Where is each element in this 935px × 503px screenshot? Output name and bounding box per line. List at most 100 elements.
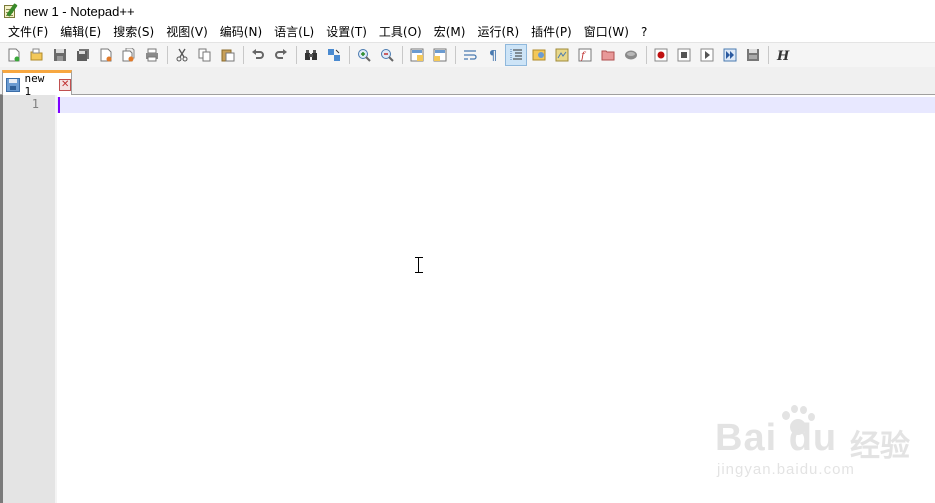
zoom-out-icon <box>381 49 394 62</box>
monitoring-button[interactable] <box>621 45 641 65</box>
show-all-chars-button[interactable]: ¶ <box>483 45 503 65</box>
text-caret <box>58 97 60 113</box>
tab-new-1[interactable]: new 1 ✕ <box>2 70 72 98</box>
sync-horizontal-icon <box>433 48 447 62</box>
indent-guide-button[interactable] <box>505 44 527 66</box>
run-macro-multiple-icon <box>723 48 737 62</box>
save-icon <box>6 77 20 92</box>
record-macro-button[interactable] <box>651 45 671 65</box>
menu-file[interactable]: 文件(F) <box>2 22 54 42</box>
menu-plugins[interactable]: 插件(P) <box>525 22 578 42</box>
save-icon <box>54 49 66 61</box>
ibeam-cursor-icon <box>415 257 423 273</box>
save-all-icon <box>77 49 89 61</box>
toolbar-separator <box>455 46 456 64</box>
menu-window[interactable]: 窗口(W) <box>578 22 635 42</box>
fold-margin[interactable] <box>55 95 57 503</box>
folder-as-workspace-icon <box>601 50 615 61</box>
menu-run[interactable]: 运行(R) <box>471 22 525 42</box>
sync-vertical-button[interactable] <box>407 45 427 65</box>
document-map-icon <box>555 48 569 62</box>
document-map-button[interactable] <box>552 45 572 65</box>
zoom-in-icon <box>358 49 371 62</box>
open-file-button[interactable] <box>27 45 47 65</box>
sync-vertical-icon <box>410 48 424 62</box>
svg-text:¶: ¶ <box>489 49 497 62</box>
menu-language[interactable]: 语言(L) <box>268 22 320 42</box>
hex-button[interactable]: H <box>773 45 793 65</box>
folder-as-workspace-button[interactable] <box>598 45 618 65</box>
new-file-icon <box>8 48 20 62</box>
toolbar-separator <box>167 46 168 64</box>
text-line[interactable] <box>61 97 931 113</box>
window-title: new 1 - Notepad++ <box>24 3 135 19</box>
redo-icon <box>275 49 287 59</box>
copy-icon <box>198 48 211 62</box>
play-macro-icon <box>700 48 714 62</box>
save-macro-button[interactable] <box>743 45 763 65</box>
toolbar-separator <box>402 46 403 64</box>
watermark-url: jingyan.baidu.com <box>717 461 855 478</box>
menu-help[interactable]: ? <box>635 22 653 42</box>
toolbar-separator <box>243 46 244 64</box>
save-button[interactable] <box>50 45 70 65</box>
print-button[interactable] <box>142 45 162 65</box>
new-file-button[interactable] <box>4 45 24 65</box>
redo-button[interactable] <box>271 45 291 65</box>
close-button[interactable] <box>96 45 116 65</box>
close-icon[interactable]: ✕ <box>59 78 71 91</box>
find-button[interactable] <box>301 45 321 65</box>
undo-icon <box>252 49 264 59</box>
paste-button[interactable] <box>218 45 238 65</box>
toolbar: ¶ f H <box>0 42 935 67</box>
line-number: 1 <box>31 97 39 111</box>
menu-edit[interactable]: 编辑(E) <box>54 22 107 42</box>
line-number-gutter: 1 <box>3 95 55 503</box>
close-all-button[interactable] <box>119 45 139 65</box>
watermark-cn: 经验 <box>850 429 910 464</box>
word-wrap-icon <box>464 50 477 60</box>
cut-button[interactable] <box>172 45 192 65</box>
run-macro-multiple-button[interactable] <box>720 45 740 65</box>
undo-button[interactable] <box>248 45 268 65</box>
menu-macro[interactable]: 宏(M) <box>428 22 472 42</box>
menu-bar: 文件(F) 编辑(E) 搜索(S) 视图(V) 编码(N) 语言(L) 设置(T… <box>0 22 935 42</box>
replace-button[interactable] <box>324 45 344 65</box>
toolbar-separator <box>349 46 350 64</box>
zoom-in-button[interactable] <box>354 45 374 65</box>
toolbar-separator <box>646 46 647 64</box>
tab-bar: new 1 ✕ <box>0 67 935 98</box>
menu-encoding[interactable]: 编码(N) <box>214 22 268 42</box>
copy-button[interactable] <box>195 45 215 65</box>
close-all-icon <box>122 48 135 62</box>
play-macro-button[interactable] <box>697 45 717 65</box>
function-list-icon: f <box>578 48 592 62</box>
toolbar-separator <box>296 46 297 64</box>
indent-guide-icon <box>510 49 522 61</box>
close-icon <box>100 48 112 62</box>
menu-tools[interactable]: 工具(O) <box>373 22 428 42</box>
word-wrap-button[interactable] <box>460 45 480 65</box>
stop-record-button[interactable] <box>674 45 694 65</box>
zoom-out-button[interactable] <box>377 45 397 65</box>
stop-record-icon <box>677 48 691 62</box>
function-list-button[interactable]: f <box>575 45 595 65</box>
sync-horizontal-button[interactable] <box>430 45 450 65</box>
paste-icon <box>221 49 235 62</box>
menu-settings[interactable]: 设置(T) <box>320 22 373 42</box>
show-all-chars-icon: ¶ <box>489 49 497 62</box>
hex-icon: H <box>776 49 790 62</box>
toolbar-separator <box>768 46 769 64</box>
menu-search[interactable]: 搜索(S) <box>107 22 160 42</box>
user-defined-language-button[interactable] <box>529 45 549 65</box>
save-all-button[interactable] <box>73 45 93 65</box>
title-bar: new 1 - Notepad++ <box>0 0 935 22</box>
find-icon <box>305 50 317 60</box>
svg-text:H: H <box>776 49 790 62</box>
watermark-logo: Bai du <box>715 417 838 459</box>
monitoring-icon <box>625 50 637 60</box>
open-file-icon <box>30 48 43 61</box>
tab-label: new 1 <box>24 71 45 98</box>
print-icon <box>146 48 158 62</box>
menu-view[interactable]: 视图(V) <box>160 22 214 42</box>
